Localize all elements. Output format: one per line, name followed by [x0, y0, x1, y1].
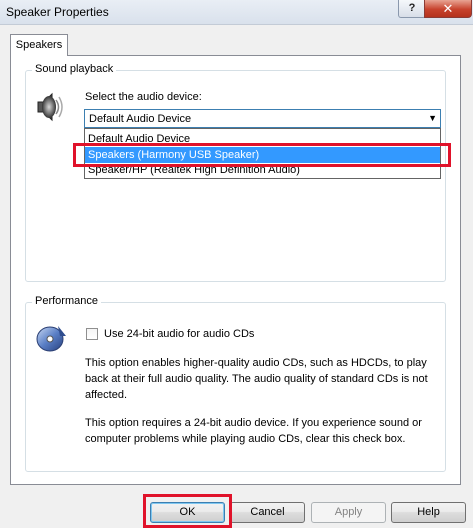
24bit-audio-checkbox[interactable]	[86, 328, 98, 340]
dropdown-option-harmony-usb-speaker[interactable]: Speakers (Harmony USB Speaker)	[85, 147, 440, 163]
title-help-button[interactable]: ?	[398, 0, 426, 18]
ok-button[interactable]: OK	[150, 502, 225, 523]
cd-disc-icon	[36, 322, 68, 357]
sound-playback-title: Sound playback	[32, 63, 117, 75]
tab-speakers[interactable]: Speakers	[10, 34, 68, 56]
title-bar: Speaker Properties ? ✕	[0, 0, 473, 25]
chevron-down-icon[interactable]: ▼	[428, 113, 437, 123]
combobox-selected-value: Default Audio Device	[89, 113, 192, 125]
audio-device-combobox[interactable]: Default Audio Device ▼	[84, 109, 441, 128]
help-button[interactable]: Help	[391, 502, 466, 523]
dropdown-option-realtek[interactable]: Speaker/HP (Realtek High Definition Audi…	[85, 162, 440, 178]
performance-description-2: This option requires a 24-bit audio devi…	[85, 417, 422, 445]
24bit-audio-label: Use 24-bit audio for audio CDs	[104, 328, 255, 340]
window-title: Speaker Properties	[6, 5, 109, 19]
performance-description-1: This option enables higher-quality audio…	[85, 357, 428, 401]
performance-title: Performance	[32, 295, 101, 307]
select-device-label: Select the audio device:	[85, 91, 202, 103]
apply-button[interactable]: Apply	[311, 502, 386, 523]
cancel-button[interactable]: Cancel	[230, 502, 305, 523]
close-button[interactable]: ✕	[424, 0, 472, 18]
speaker-icon	[34, 90, 66, 127]
dropdown-option-default[interactable]: Default Audio Device	[85, 131, 440, 147]
audio-device-dropdown-list: Default Audio Device Speakers (Harmony U…	[84, 128, 441, 179]
